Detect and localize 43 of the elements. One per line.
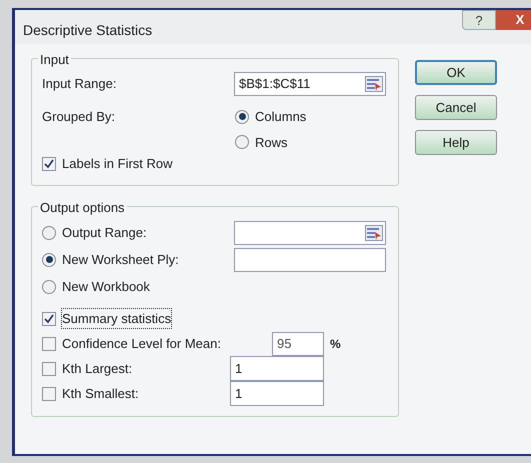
radio-button[interactable] bbox=[235, 110, 249, 124]
worksheet-name-field[interactable] bbox=[234, 248, 386, 272]
checkbox[interactable] bbox=[42, 362, 56, 376]
field-value: 1 bbox=[235, 384, 242, 403]
checkmark-icon bbox=[44, 314, 54, 324]
checkbox[interactable] bbox=[42, 156, 56, 171]
range-selector-icon[interactable] bbox=[365, 224, 383, 240]
output-range-field[interactable] bbox=[234, 220, 386, 244]
confidence-level-field[interactable]: 95 bbox=[272, 332, 324, 356]
window-title: Descriptive Statistics bbox=[23, 21, 152, 40]
checkbox[interactable] bbox=[42, 386, 56, 400]
checkbox[interactable] bbox=[42, 336, 56, 350]
field-value: 95 bbox=[277, 334, 292, 353]
checkbox-label: Summary statistics bbox=[62, 308, 172, 328]
radio-label: New Workbook bbox=[62, 278, 150, 296]
checkbox-label: Labels in First Row bbox=[62, 155, 173, 173]
dialog-button[interactable]: Cancel bbox=[415, 95, 497, 120]
close-button[interactable]: X bbox=[496, 10, 531, 30]
checkbox[interactable] bbox=[42, 312, 56, 326]
checkbox-label: Kth Smallest: bbox=[62, 384, 139, 403]
radio-button[interactable] bbox=[235, 135, 249, 150]
radio-label: Rows bbox=[255, 134, 288, 152]
range-selector-icon[interactable] bbox=[365, 76, 383, 92]
number-field[interactable]: 1 bbox=[230, 381, 324, 406]
help-title-button[interactable]: ? bbox=[462, 10, 496, 30]
grouped-by-label: Grouped By: bbox=[42, 108, 116, 126]
radio-button[interactable] bbox=[42, 226, 56, 240]
dialog-button[interactable]: Help bbox=[415, 130, 497, 155]
radio-label: New Worksheet Ply: bbox=[62, 250, 179, 269]
checkbox-label: Confidence Level for Mean: bbox=[62, 334, 221, 353]
number-field[interactable]: 1 bbox=[230, 356, 324, 381]
field-value: 1 bbox=[235, 360, 242, 378]
input-range-label: Input Range: bbox=[42, 75, 118, 94]
checkmark-icon bbox=[44, 158, 54, 169]
field-value: $B$1:$C$11 bbox=[239, 75, 310, 94]
radio-label: Output Range: bbox=[62, 224, 147, 242]
input-range-field[interactable]: $B$1:$C$11 bbox=[234, 72, 386, 96]
percent-sign: % bbox=[330, 336, 341, 352]
dialog-button[interactable]: OK bbox=[415, 60, 497, 85]
checkbox-label: Kth Largest: bbox=[62, 360, 132, 378]
radio-button[interactable] bbox=[42, 252, 56, 266]
radio-label: Columns bbox=[255, 108, 306, 126]
radio-button[interactable] bbox=[42, 280, 56, 294]
